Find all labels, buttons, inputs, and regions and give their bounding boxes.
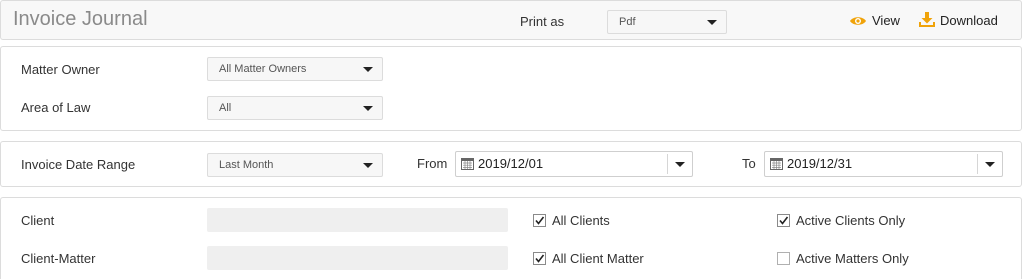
client-filters-panel: Client All Clients Active Clients Only C… bbox=[0, 197, 1022, 279]
from-date-value: 2019/12/01 bbox=[478, 156, 544, 171]
active-clients-only-checkbox[interactable] bbox=[777, 214, 790, 227]
all-client-matter-checkbox[interactable] bbox=[533, 252, 546, 265]
area-of-law-value: All bbox=[219, 102, 232, 114]
report-header: Invoice Journal Print as Pdf View Downlo… bbox=[0, 0, 1022, 40]
matter-owner-select[interactable]: All Matter Owners bbox=[207, 57, 383, 81]
to-label: To bbox=[742, 156, 756, 171]
date-range-select[interactable]: Last Month bbox=[207, 153, 383, 177]
date-range-value: Last Month bbox=[219, 159, 274, 171]
all-clients-checkbox[interactable] bbox=[533, 214, 546, 227]
divider bbox=[977, 154, 978, 174]
client-matter-label: Client-Matter bbox=[21, 251, 96, 266]
divider bbox=[667, 154, 668, 174]
print-as-select[interactable]: Pdf bbox=[607, 10, 727, 34]
to-date-picker[interactable]: 2019/12/31 bbox=[764, 151, 1003, 177]
matter-owner-label: Matter Owner bbox=[21, 62, 100, 77]
checkmark-icon bbox=[535, 216, 545, 225]
view-label: View bbox=[872, 13, 900, 28]
client-input[interactable] bbox=[207, 208, 508, 232]
area-of-law-label: Area of Law bbox=[21, 100, 91, 115]
all-client-matter-label: All Client Matter bbox=[552, 251, 644, 266]
date-range-panel: Invoice Date Range Last Month From 2019/… bbox=[0, 141, 1022, 187]
chevron-down-icon bbox=[985, 162, 995, 167]
chevron-down-icon bbox=[707, 20, 717, 25]
print-as-value: Pdf bbox=[619, 16, 636, 28]
chevron-down-icon bbox=[363, 106, 373, 111]
chevron-down-icon bbox=[363, 67, 373, 72]
print-as-label: Print as bbox=[520, 14, 565, 29]
to-date-value: 2019/12/31 bbox=[787, 156, 853, 171]
client-matter-input[interactable] bbox=[207, 246, 508, 270]
matter-owner-value: All Matter Owners bbox=[219, 63, 307, 75]
checkmark-icon bbox=[535, 254, 545, 263]
calendar-icon bbox=[461, 158, 474, 170]
calendar-icon bbox=[770, 158, 783, 170]
eye-icon bbox=[850, 17, 866, 25]
invoice-date-range-label: Invoice Date Range bbox=[21, 157, 136, 172]
area-of-law-select[interactable]: All bbox=[207, 96, 383, 120]
chevron-down-icon bbox=[363, 163, 373, 168]
from-label: From bbox=[417, 156, 448, 171]
active-matters-only-checkbox[interactable] bbox=[777, 252, 790, 265]
download-label: Download bbox=[940, 13, 998, 28]
from-date-picker[interactable]: 2019/12/01 bbox=[455, 151, 693, 177]
client-label: Client bbox=[21, 213, 55, 228]
all-clients-label: All Clients bbox=[552, 213, 610, 228]
active-matters-only-label: Active Matters Only bbox=[796, 251, 909, 266]
chevron-down-icon bbox=[675, 162, 685, 167]
checkmark-icon bbox=[779, 216, 789, 225]
page-title: Invoice Journal bbox=[13, 8, 148, 30]
active-clients-only-label: Active Clients Only bbox=[796, 213, 906, 228]
matter-filters-panel: Matter Owner All Matter Owners Area of L… bbox=[0, 46, 1022, 131]
download-icon bbox=[919, 12, 935, 27]
